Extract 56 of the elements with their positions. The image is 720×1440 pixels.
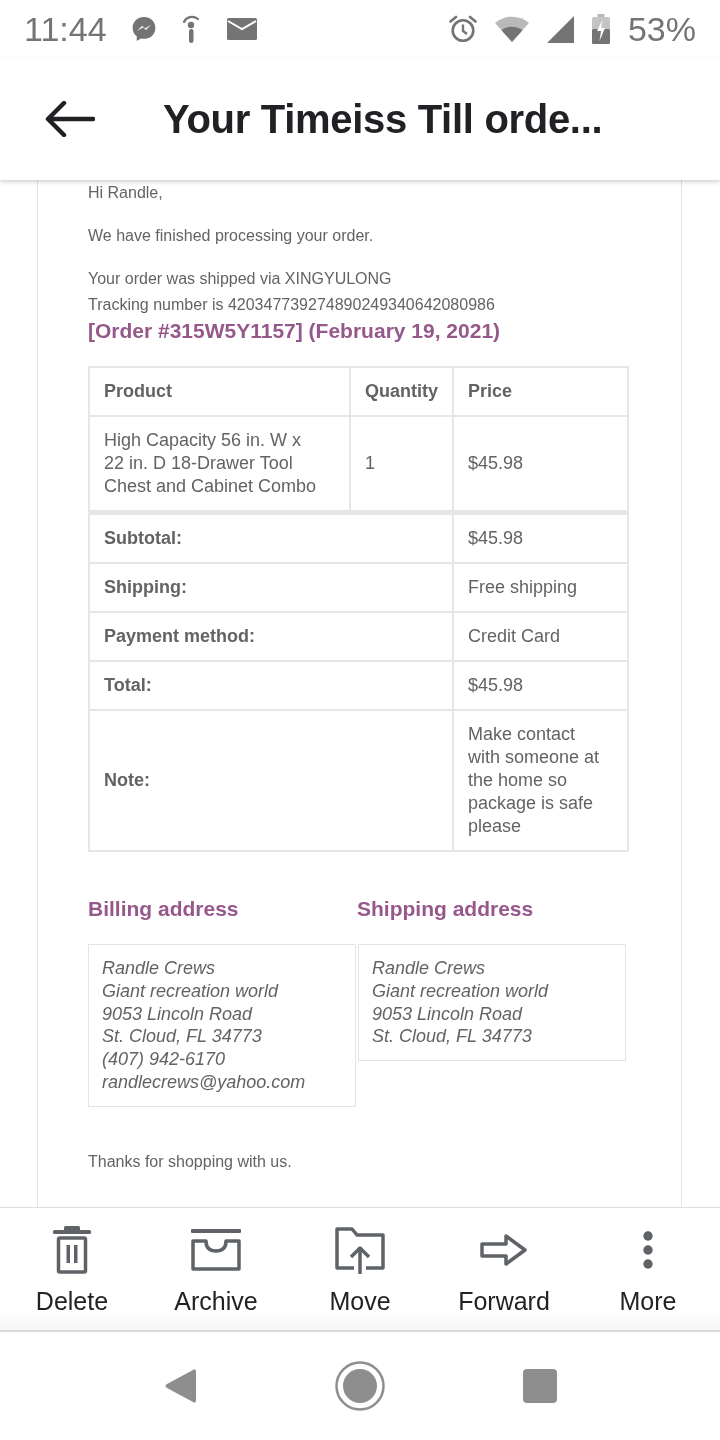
total-label-cell: Payment method:: [89, 612, 453, 661]
total-label-cell: Note:: [89, 710, 453, 851]
shipping-info-text: Your order was shipped via XINGYULONG: [88, 269, 393, 289]
address-line: randlecrews@yahoo.com: [102, 1071, 307, 1094]
forward-button[interactable]: Forward: [432, 1208, 576, 1330]
total-value-cell: $45.98: [453, 661, 628, 710]
total-value-cell: $45.98: [453, 512, 628, 563]
shipping-info-text: Tracking number is 420347739274890249340642080986: [88, 295, 496, 315]
back-icon: [164, 1367, 196, 1405]
status-time: 11:44: [24, 10, 107, 48]
chat-bubble-icon: [130, 16, 157, 42]
address-line: Randle Crews: [102, 957, 217, 980]
address-line: 9053 Lincoln Road: [372, 1002, 524, 1026]
tray-icon: [190, 1229, 242, 1271]
home-icon: [335, 1361, 385, 1411]
battery-percent: 53%: [627, 10, 696, 48]
total-label-cell: Total:: [89, 661, 453, 710]
column-header: Price: [453, 367, 628, 416]
address-line: Giant recreation world: [372, 979, 550, 1003]
address-line: Giant recreation world: [102, 979, 280, 1003]
envelope-icon: [226, 18, 257, 40]
total-label-cell: Subtotal:: [89, 512, 453, 563]
total-value-cell: Credit Card: [453, 612, 628, 661]
address-line: 9053 Lincoln Road: [102, 1002, 254, 1026]
square-icon: [523, 1369, 557, 1403]
column-header: Product: [89, 367, 350, 416]
address-line: St. Cloud, FL 34773: [372, 1025, 533, 1049]
email-subject: Your Timeiss Till orde...: [163, 96, 603, 142]
folder-upload-icon: [334, 1226, 386, 1274]
more-icon: [642, 1231, 654, 1269]
order-heading: [Order #315W5Y1157] (February 19, 2021): [88, 318, 502, 344]
total-value-cell: Free shipping: [453, 563, 628, 612]
wifi-icon: [494, 16, 529, 42]
address-line: (407) 942-6170: [102, 1048, 227, 1071]
back-button[interactable]: [45, 99, 95, 139]
body-text: We have finished processing your order.: [88, 226, 375, 246]
product-cell: High Capacity 56 in. W x 22 in. D 18-Drawer Tool Chest and Cabinet Combo: [89, 416, 350, 513]
address-heading: Shipping address: [357, 896, 535, 922]
trash-icon: [52, 1226, 92, 1274]
forward-arrow-icon: [480, 1233, 528, 1267]
closing-text: Thanks for shopping with us.: [88, 1151, 293, 1172]
address-heading: Billing address: [88, 896, 240, 922]
total-value-cell: Make contact with someone at the home so package is safe please: [453, 710, 628, 851]
address-line: Randle Crews: [372, 957, 487, 980]
more-button[interactable]: More: [576, 1208, 720, 1330]
battery-charging-icon: [591, 14, 610, 44]
delete-button[interactable]: Delete: [0, 1208, 144, 1330]
column-header: Quantity: [350, 367, 453, 416]
back-arrow-icon: [45, 101, 95, 137]
total-label-cell: Shipping:: [89, 563, 453, 612]
greeting-text: Hi Randle,: [88, 183, 164, 203]
alarm-clock-icon: [448, 15, 477, 43]
move-button[interactable]: Move: [288, 1208, 432, 1330]
signal-icon: [546, 15, 574, 43]
address-line: St. Cloud, FL 34773: [102, 1025, 263, 1049]
archive-button[interactable]: Archive: [144, 1208, 288, 1330]
